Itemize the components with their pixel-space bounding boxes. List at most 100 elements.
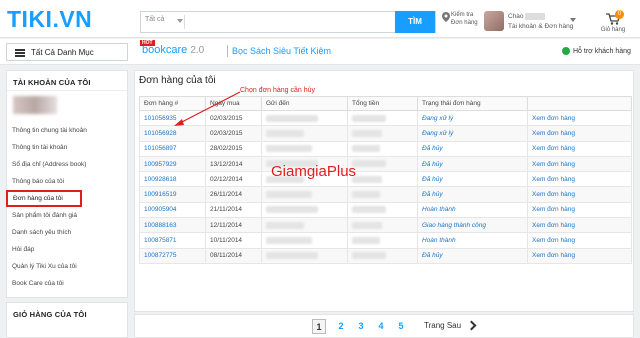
view-order-cell[interactable]: Xem đơn hàng: [527, 125, 632, 142]
ship-to-redacted: [261, 232, 348, 249]
status-text: Giao hàng thành công: [422, 221, 486, 229]
view-order-link[interactable]: Xem đơn hàng: [532, 222, 575, 229]
order-id[interactable]: 101056897: [144, 145, 177, 152]
cart-count-badge: 0: [615, 10, 624, 19]
view-order-cell[interactable]: Xem đơn hàng: [527, 247, 632, 264]
redacted-value: [266, 236, 312, 244]
view-order-cell[interactable]: Xem đơn hàng: [527, 201, 632, 219]
total-redacted: [347, 247, 418, 264]
track-order-link[interactable]: Kiểm tra Đơn hàng: [440, 9, 480, 35]
sidebar-item-notifications[interactable]: Thông báo của tôi: [12, 178, 64, 185]
search-button[interactable]: TÌM: [395, 11, 435, 33]
view-order-link[interactable]: Xem đơn hàng: [532, 237, 575, 244]
order-status: Đang xử lý: [417, 109, 528, 127]
total-redacted: [347, 140, 418, 157]
total-redacted: [347, 217, 418, 234]
support-link[interactable]: Hỗ trợ khách hàng: [562, 47, 631, 55]
order-status: Đã hủy: [417, 155, 528, 173]
sidebar-item-bookcare[interactable]: Book Care của tôi: [12, 280, 64, 287]
order-id-link[interactable]: 100905904: [139, 201, 206, 219]
total-redacted: [347, 201, 418, 219]
redacted-value: [266, 191, 312, 199]
status-text: Đang xử lý: [422, 129, 454, 137]
page-1[interactable]: 1: [312, 319, 326, 334]
username-redacted: [525, 12, 546, 20]
view-order-link[interactable]: Xem đơn hàng: [532, 115, 575, 122]
chevron-down-icon[interactable]: [177, 19, 183, 23]
view-order-cell[interactable]: Xem đơn hàng: [527, 217, 632, 234]
order-id-link[interactable]: 100888163: [139, 217, 206, 234]
order-id-link[interactable]: 100875871: [139, 232, 206, 249]
account-menu[interactable]: Chào Tài khoản & Đơn hàng: [508, 12, 573, 32]
table-row: 100916519 26/11/2014 Đã hủy Xem đơn hàng: [139, 186, 632, 203]
next-page-button[interactable]: Trang Sau: [424, 321, 461, 330]
ship-to-redacted: [261, 201, 348, 219]
order-id[interactable]: 100875871: [144, 237, 177, 244]
page-5[interactable]: 5: [394, 319, 408, 334]
sidebar-item-account-overview[interactable]: Thông tin chung tài khoản: [12, 127, 87, 134]
view-order-link[interactable]: Xem đơn hàng: [532, 130, 575, 137]
order-id[interactable]: 100957929: [144, 161, 177, 168]
view-order-cell[interactable]: Xem đơn hàng: [527, 109, 632, 127]
redacted-value: [266, 114, 318, 122]
status-text: Đã hủy: [422, 145, 443, 153]
view-order-cell[interactable]: Xem đơn hàng: [527, 155, 632, 173]
greeting: Chào: [508, 13, 524, 20]
order-id-link[interactable]: 100957929: [139, 155, 206, 173]
view-order-cell[interactable]: Xem đơn hàng: [527, 186, 632, 203]
order-id-link[interactable]: 101056897: [139, 140, 206, 157]
view-order-cell[interactable]: Xem đơn hàng: [527, 140, 632, 157]
order-id[interactable]: 100905904: [144, 206, 177, 213]
redacted-value: [352, 145, 380, 153]
table-row: 100957929 13/12/2014 Đã hủy Xem đơn hàng: [139, 155, 632, 173]
view-order-link[interactable]: Xem đơn hàng: [532, 161, 575, 168]
page-3[interactable]: 3: [354, 319, 368, 334]
all-categories-button[interactable]: Tất Cả Danh Mục: [6, 43, 128, 61]
ship-to-redacted: [261, 140, 348, 157]
sidebar-item-qa[interactable]: Hỏi đáp: [12, 246, 34, 253]
page-2[interactable]: 2: [334, 319, 348, 334]
order-id[interactable]: 101056928: [144, 130, 177, 137]
view-order-link[interactable]: Xem đơn hàng: [532, 176, 575, 183]
view-order-link[interactable]: Xem đơn hàng: [532, 145, 575, 152]
view-order-link[interactable]: Xem đơn hàng: [532, 191, 575, 198]
sidebar-item-tiki-xu[interactable]: Quản lý Tiki Xu của tôi: [12, 263, 77, 270]
search-category[interactable]: Tất cả: [145, 16, 164, 23]
order-id-link[interactable]: 100928618: [139, 171, 206, 188]
view-order-cell[interactable]: Xem đơn hàng: [527, 171, 632, 188]
avatar[interactable]: [484, 11, 504, 31]
tiki-logo[interactable]: TIKI.VN: [7, 6, 92, 33]
order-id-link[interactable]: 100872775: [139, 247, 206, 264]
order-id[interactable]: 100928618: [144, 176, 177, 183]
search-input[interactable]: [187, 14, 387, 30]
order-date: 13/12/2014: [205, 155, 262, 173]
total-redacted: [347, 171, 418, 188]
chevron-right-icon[interactable]: [466, 320, 477, 331]
cart-button[interactable]: 0 Giỏ hàng: [598, 10, 628, 36]
cart-sidebar-heading: GIỎ HÀNG CỦA TÔI: [13, 310, 87, 319]
view-order-cell[interactable]: Xem đơn hàng: [527, 232, 632, 249]
ship-to-redacted: [261, 186, 348, 203]
view-order-link[interactable]: Xem đơn hàng: [532, 206, 575, 213]
bookcare-tagline[interactable]: Bọc Sách Siêu Tiết Kiệm: [232, 46, 331, 56]
redacted-value: [266, 252, 318, 260]
order-date: 10/11/2014: [205, 232, 262, 249]
order-id[interactable]: 100872775: [144, 252, 177, 259]
page-4[interactable]: 4: [374, 319, 388, 334]
sidebar-item-reviewed-products[interactable]: Sản phẩm tôi đánh giá: [12, 212, 77, 219]
sidebar-item-wishlist[interactable]: Danh sách yêu thích: [12, 229, 71, 236]
sidebar-heading: TÀI KHOẢN CỦA TÔI: [13, 78, 91, 87]
order-date: 12/11/2014: [205, 217, 262, 234]
view-order-link[interactable]: Xem đơn hàng: [532, 252, 575, 259]
sidebar-item-my-orders[interactable]: Đơn hàng của tôi: [6, 190, 82, 207]
order-status: Hoàn thành: [417, 232, 528, 249]
chevron-down-icon[interactable]: [570, 18, 576, 22]
order-id-link[interactable]: 100916519: [139, 186, 206, 203]
hamburger-icon: [15, 49, 25, 57]
order-id[interactable]: 100888163: [144, 222, 177, 229]
sidebar-item-account-info[interactable]: Thông tin tài khoản: [12, 144, 67, 151]
bookcare-banner[interactable]: HOT bookcare 2.0: [140, 40, 204, 56]
divider: [7, 90, 127, 91]
sidebar-item-address-book[interactable]: Sổ địa chỉ (Address book): [12, 161, 86, 168]
order-id[interactable]: 100916519: [144, 191, 177, 198]
